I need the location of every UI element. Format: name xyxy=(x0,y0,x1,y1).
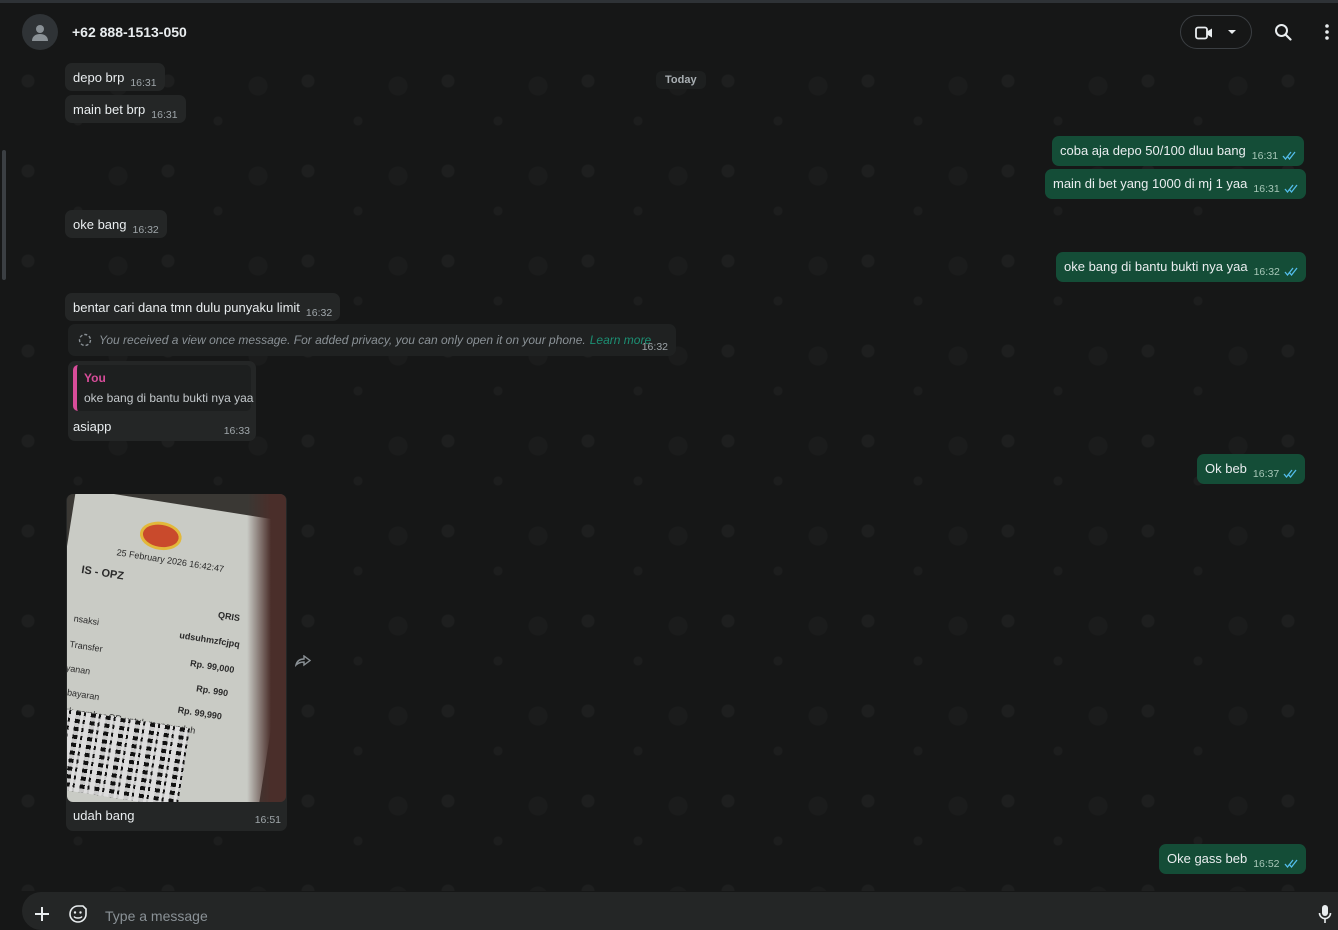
chat-scrollbar[interactable] xyxy=(0,140,8,285)
double-check-icon xyxy=(1284,267,1298,276)
message-text: bentar cari dana tmn dulu punyaku limit xyxy=(73,300,300,315)
incoming-message[interactable]: depo brp 16:31 xyxy=(65,63,165,91)
photo-heading: IS - OPZ xyxy=(80,563,125,583)
double-check-icon xyxy=(1282,151,1296,160)
message-time: 16:31 xyxy=(130,77,157,89)
message-text: oke bang di bantu bukti nya yaa xyxy=(1064,259,1248,274)
incoming-message[interactable]: bentar cari dana tmn dulu punyaku limit 1… xyxy=(65,293,341,321)
message-input[interactable] xyxy=(103,904,1287,928)
photo-brand: QRIS xyxy=(217,609,241,624)
photo-value: udsuhmzfcjpq xyxy=(178,630,241,650)
quote-author: You xyxy=(84,371,106,385)
date-chip: Today xyxy=(656,71,706,89)
message-time: 16:31 xyxy=(1253,183,1280,195)
message-text: Ok beb xyxy=(1205,461,1247,476)
message-time: 16:32 xyxy=(1253,266,1280,278)
more-options-icon[interactable] xyxy=(1324,23,1330,41)
photo-label: yanan xyxy=(67,662,92,677)
message-text: asiapp xyxy=(73,419,112,434)
attach-plus-icon[interactable] xyxy=(34,906,50,922)
chat-header: +62 888-1513-050 xyxy=(8,3,1338,61)
outgoing-message[interactable]: coba aja depo 50/100 dluu bang 16:31 xyxy=(1052,136,1305,166)
outgoing-message[interactable]: oke bang di bantu bukti nya yaa 16:32 xyxy=(1056,252,1306,282)
incoming-message[interactable]: main bet brp 16:31 xyxy=(65,95,186,123)
person-icon xyxy=(32,25,48,41)
incoming-image-message[interactable]: 25 February 2026 16:42:47 IS - OPZ QRIS … xyxy=(66,494,287,831)
photo-label: nbayaran xyxy=(67,686,101,703)
chevron-down-icon xyxy=(1228,30,1236,34)
photo-date: 25 February 2026 16:42:47 xyxy=(115,547,225,575)
message-text: oke bang xyxy=(73,217,127,232)
double-check-icon xyxy=(1283,469,1297,478)
message-time: 16:52 xyxy=(1253,858,1280,870)
photo-label: Transfer xyxy=(68,639,104,655)
photo-label: nsaksi xyxy=(73,613,100,628)
message-time: 16:37 xyxy=(1252,468,1280,480)
incoming-reply-message[interactable]: You oke bang di bantu bukti nya yaa asia… xyxy=(68,361,256,441)
quoted-message[interactable]: You oke bang di bantu bukti nya yaa xyxy=(73,365,254,411)
view-once-notice: You received a view once message. For ad… xyxy=(68,324,676,356)
photo-thumbnail[interactable]: 25 February 2026 16:42:47 IS - OPZ QRIS … xyxy=(67,494,286,802)
message-text: depo brp xyxy=(73,70,125,85)
message-time: 16:51 xyxy=(254,814,281,826)
merchant-logo xyxy=(137,518,184,553)
outgoing-message[interactable]: Oke gass beb 16:52 xyxy=(1159,844,1306,874)
message-time: 16:31 xyxy=(1251,150,1279,162)
photo-value: Rp. 99,990 xyxy=(177,704,223,722)
photo-value: Rp. 99,000 xyxy=(189,658,236,675)
message-text: coba aja depo 50/100 dluu bang xyxy=(1060,143,1246,158)
video-camera-icon xyxy=(1195,26,1212,40)
microphone-icon[interactable] xyxy=(1318,904,1332,924)
scrollbar-thumb[interactable] xyxy=(2,150,6,280)
search-icon[interactable] xyxy=(1274,23,1292,41)
double-check-icon xyxy=(1284,184,1298,193)
double-check-icon xyxy=(1284,859,1298,868)
sticker-emoji-icon[interactable] xyxy=(68,904,88,924)
quote-text: oke bang di bantu bukti nya yaa xyxy=(84,391,254,405)
contact-name[interactable]: +62 888-1513-050 xyxy=(72,24,187,40)
message-time: 16:31 xyxy=(151,109,178,121)
view-once-icon xyxy=(78,333,92,347)
photo-shadow xyxy=(247,494,286,802)
message-text: Oke gass beb xyxy=(1167,851,1248,866)
chat-area: Today depo brp 16:31 main bet brp 16:31 ok… xyxy=(8,61,1330,891)
message-time: 16:32 xyxy=(305,307,333,319)
outgoing-message[interactable]: main di bet yang 1000 di mj 1 yaa 16:31 xyxy=(1045,169,1306,199)
message-time: 16:32 xyxy=(641,341,668,353)
message-text: main di bet yang 1000 di mj 1 yaa xyxy=(1053,176,1248,191)
image-caption: udah bang xyxy=(73,808,135,823)
view-once-text: You received a view once message. For ad… xyxy=(99,333,586,347)
outgoing-message[interactable]: Ok beb 16:37 xyxy=(1197,454,1306,484)
avatar[interactable] xyxy=(22,14,58,50)
message-time: 16:33 xyxy=(223,425,250,437)
video-call-button[interactable] xyxy=(1180,15,1252,49)
photo-value: Rp. 990 xyxy=(195,683,229,699)
incoming-message[interactable]: oke bang 16:32 xyxy=(65,210,167,238)
forward-icon[interactable] xyxy=(295,655,311,667)
message-text: main bet brp xyxy=(73,102,146,117)
message-time: 16:32 xyxy=(132,224,159,236)
